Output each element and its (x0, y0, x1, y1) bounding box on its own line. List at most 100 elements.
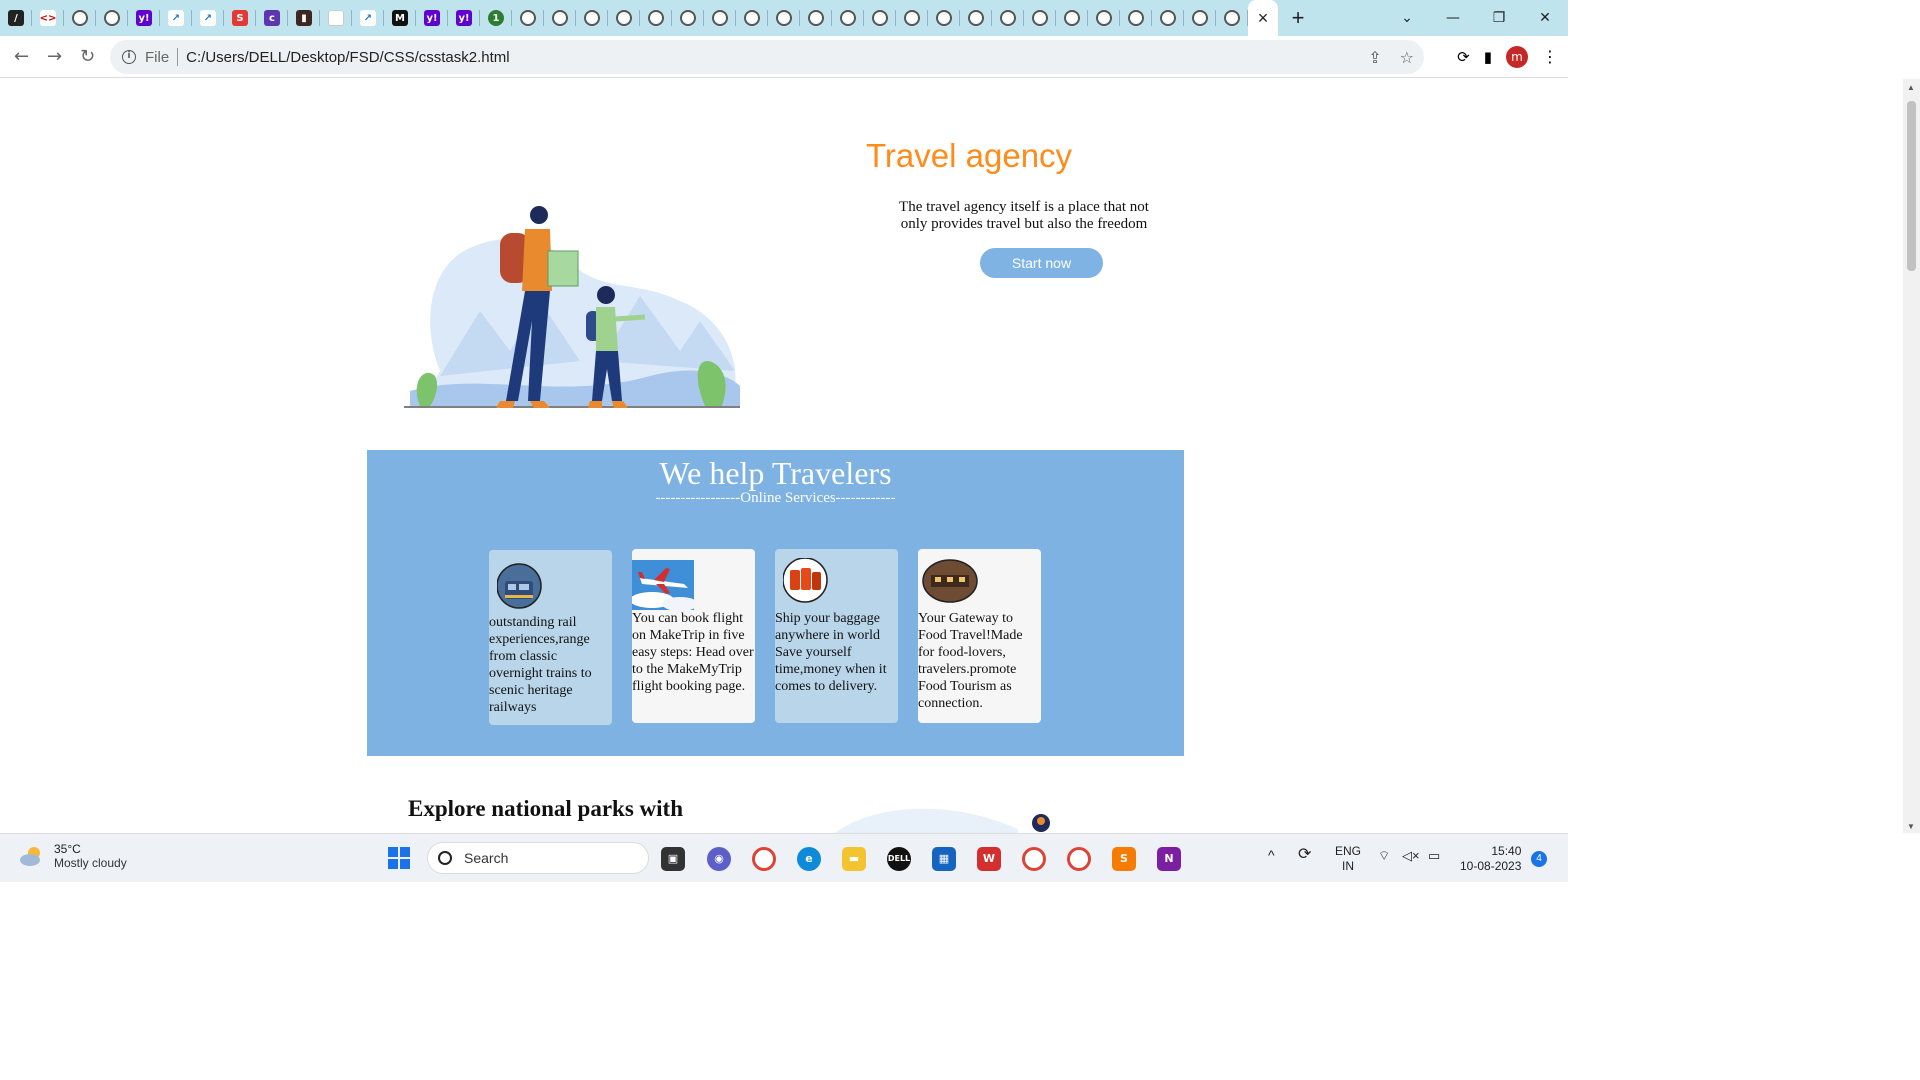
extension-icon[interactable]: ⟳ (1457, 48, 1470, 66)
weather-widget[interactable]: 35°C Mostly cloudy (18, 842, 127, 870)
sync-icon[interactable]: ⟳ (1298, 847, 1311, 863)
restore-icon[interactable]: ❐ (1476, 10, 1522, 26)
close-icon[interactable]: × (1258, 8, 1269, 29)
scroll-thumb[interactable] (1907, 101, 1916, 271)
tab[interactable]: ↗ (160, 0, 192, 36)
store-icon[interactable]: ▦ (932, 847, 956, 871)
tab[interactable]: y! (128, 0, 160, 36)
tab[interactable] (1120, 0, 1152, 36)
wps-icon[interactable]: W (977, 847, 1001, 871)
start-now-button[interactable]: Start now (980, 248, 1103, 278)
tab[interactable] (608, 0, 640, 36)
windows-start-icon[interactable] (388, 847, 410, 869)
tab[interactable] (736, 0, 768, 36)
tab[interactable] (1216, 0, 1248, 36)
chrome-icon[interactable] (1067, 847, 1091, 871)
tab[interactable]: 1 (480, 0, 512, 36)
tab[interactable] (864, 0, 896, 36)
file-explorer-icon[interactable]: ▬ (842, 847, 866, 871)
minimize-icon[interactable]: — (1430, 10, 1476, 26)
url-text[interactable]: C:/Users/DELL/Desktop/FSD/CSS/csstask2.h… (186, 49, 509, 66)
tab[interactable]: y! (448, 0, 480, 36)
battery-icon[interactable]: ▭ (1428, 848, 1440, 863)
tab[interactable] (1152, 0, 1184, 36)
clock-time: 15:40 (1491, 844, 1522, 858)
tab[interactable]: M (384, 0, 416, 36)
chat-icon[interactable]: ◉ (707, 847, 731, 871)
onenote-icon[interactable]: N (1157, 847, 1181, 871)
tab[interactable] (992, 0, 1024, 36)
tab[interactable]: ↗ (352, 0, 384, 36)
globe-icon (584, 10, 600, 26)
service-card-rail: outstanding rail experiences,range from … (489, 550, 612, 725)
tab-strip: / <> y! ↗ ↗ S c ▮ ↗ M y! y! 1 × + ⌄ — ❐ … (0, 0, 1568, 36)
task-view-icon[interactable]: ▣ (661, 847, 685, 871)
clock-date: 10-08-2023 (1460, 859, 1522, 873)
tab[interactable]: c (256, 0, 288, 36)
service-card-flight: You can book flight on MakeTrip in five … (632, 549, 755, 723)
tab[interactable] (1024, 0, 1056, 36)
scroll-down-icon[interactable]: ▼ (1907, 822, 1915, 831)
globe-icon (968, 10, 984, 26)
tab[interactable] (96, 0, 128, 36)
tab[interactable]: / (0, 0, 32, 36)
dell-icon[interactable]: DELL (887, 847, 911, 871)
globe-icon (1224, 10, 1240, 26)
tab[interactable] (1088, 0, 1120, 36)
tab[interactable] (832, 0, 864, 36)
sidebar-icon[interactable]: ▮ (1484, 48, 1492, 66)
tab[interactable] (1056, 0, 1088, 36)
taskbar-search[interactable]: Search (427, 842, 649, 874)
language-indicator[interactable]: ENG IN (1335, 844, 1361, 874)
tab[interactable] (672, 0, 704, 36)
tab[interactable]: ▮ (288, 0, 320, 36)
tab[interactable]: <> (32, 0, 64, 36)
services-heading: We help Travelers (659, 455, 892, 491)
tab[interactable] (544, 0, 576, 36)
scroll-up-icon[interactable]: ▲ (1907, 83, 1915, 92)
chevron-up-icon[interactable]: ^ (1268, 848, 1275, 863)
speaker-muted-icon[interactable]: ◁× (1402, 848, 1420, 863)
tab[interactable]: S (224, 0, 256, 36)
tab[interactable] (640, 0, 672, 36)
menu-icon[interactable]: ⋮ (1542, 47, 1558, 66)
url-scheme: File (145, 48, 170, 66)
tab[interactable] (800, 0, 832, 36)
edge-icon[interactable]: e (797, 847, 821, 871)
new-tab-button[interactable]: + (1278, 5, 1318, 31)
globe-icon (1128, 10, 1144, 26)
share-icon[interactable]: ⇪ (1368, 48, 1381, 67)
address-bar[interactable]: i File C:/Users/DELL/Desktop/FSD/CSS/css… (110, 40, 1424, 74)
tab[interactable] (64, 0, 96, 36)
tab[interactable] (768, 0, 800, 36)
globe-icon (936, 10, 952, 26)
tab[interactable]: ↗ (192, 0, 224, 36)
tab[interactable] (576, 0, 608, 36)
info-icon[interactable]: i (122, 50, 136, 64)
tab[interactable] (1184, 0, 1216, 36)
tab[interactable] (704, 0, 736, 36)
tab[interactable]: y! (416, 0, 448, 36)
tab[interactable] (896, 0, 928, 36)
wifi-icon[interactable]: ⌔ (1378, 848, 1390, 863)
tab[interactable] (320, 0, 352, 36)
tab[interactable] (960, 0, 992, 36)
sublime-text-icon[interactable]: S (1112, 847, 1136, 871)
page-viewport: Travel agency The travel agency itself i… (0, 79, 1551, 833)
close-window-icon[interactable]: ✕ (1522, 10, 1568, 26)
avatar[interactable]: m (1506, 45, 1528, 68)
globe-icon (808, 10, 824, 26)
chrome-profile-icon[interactable] (1022, 847, 1046, 871)
page-scrollbar[interactable]: ▲ ▼ (1903, 79, 1920, 833)
star-icon[interactable]: ☆ (1400, 48, 1414, 67)
notification-badge[interactable]: 4 (1531, 851, 1547, 867)
clock[interactable]: 15:40 10-08-2023 (1460, 844, 1521, 874)
tab[interactable] (512, 0, 544, 36)
back-icon[interactable]: ← (5, 46, 38, 67)
chrome-icon[interactable] (752, 847, 776, 871)
active-tab[interactable]: × (1248, 0, 1278, 36)
reload-icon[interactable]: ↻ (71, 46, 104, 67)
tab[interactable] (928, 0, 960, 36)
chevron-down-icon[interactable]: ⌄ (1384, 10, 1430, 26)
forward-icon[interactable]: → (38, 46, 71, 67)
